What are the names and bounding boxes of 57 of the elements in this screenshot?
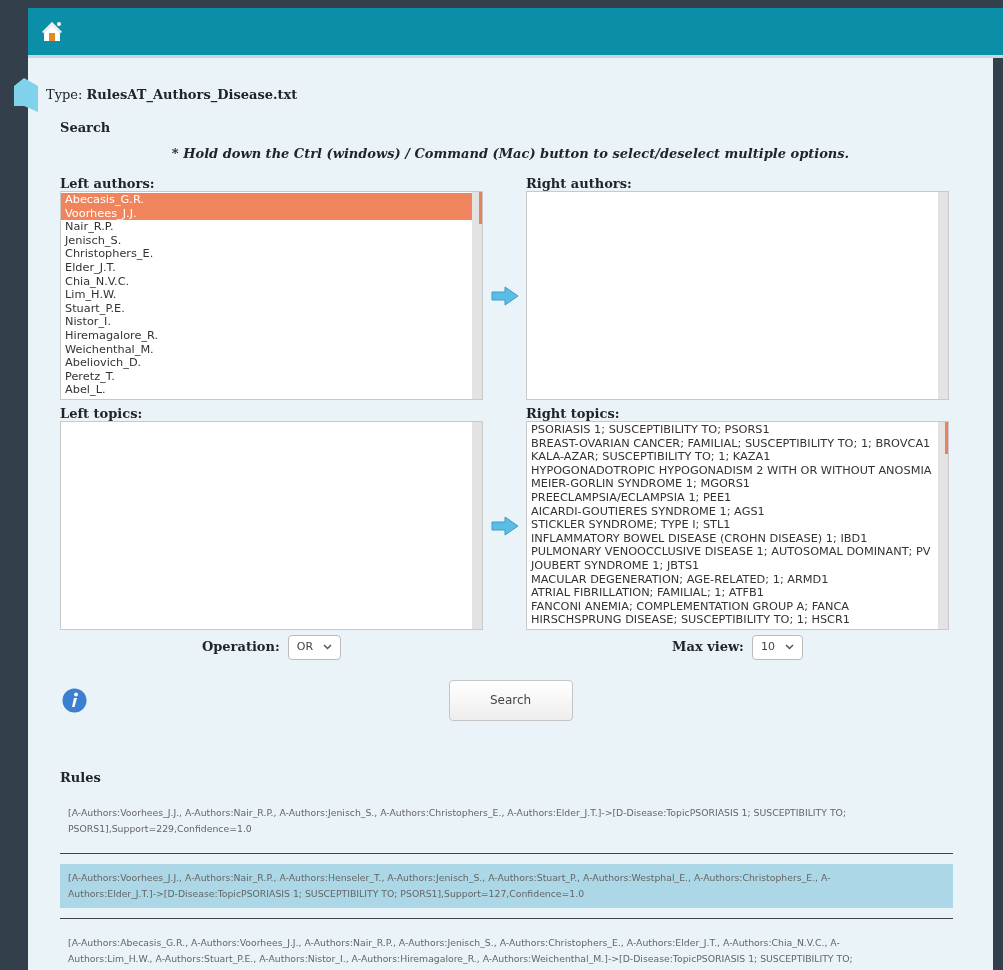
list-option[interactable]: AICARDI-GOUTIERES SYNDROME 1; AGS1 xyxy=(527,504,938,519)
list-option[interactable]: MACULAR DEGENERATION; AGE-RELATED; 1; ARMD1 xyxy=(527,572,938,587)
file-type-label: Type: RulesAT_Authors_Disease.txt xyxy=(46,87,298,102)
list-option[interactable]: Peretz_T. xyxy=(61,369,472,384)
scrollbar[interactable] xyxy=(938,422,948,629)
field-label: Left authors: xyxy=(60,177,156,191)
list-option[interactable]: Nair_R.P. xyxy=(61,220,472,234)
list-option[interactable]: Weichenthal_M. xyxy=(61,342,472,357)
rule-item[interactable]: [A-Authors:Voorhees_J.J., A-Authors:Nair_R.P., A-Authors:Henseler_T., A-Authors:Jenisch_S., A-Authors:Stuart_P., A-Authors:Westphal_E., A-Authors:Christophers_E., A-Authors:Elder_J.T.]->[D-Disease:TopicPSORIASIS 1; SUSCEPTIBILITY TO; PSORS1],Support=127,Confidence=1.0 xyxy=(60,863,953,908)
list-option[interactable]: STICKLER SYNDROME; TYPE I; STL1 xyxy=(527,518,938,532)
rule-item[interactable]: [A-Authors:Abecasis_G.R., A-Authors:Voorhees_J.J., A-Authors:Nair_R.P., A-Authors:Jenisch_S., A-Authors:Christophers_E., A-Authors:Elder_J.T., A-Authors:Chia_N.V.C., A-Authors:Lim_H.W., A-Authors:Stuart_P.E., A-Authors:Nistor_I., A-Authors:Hiremagalore_R., A-Authors:Weichenthal_M.]->[D-Disease:TopicPSORIASIS 1; SUSCEPTIBILITY TO; xyxy=(60,928,953,970)
list-option[interactable]: PREECLAMPSIA/ECLAMPSIA 1; PEE1 xyxy=(527,490,938,505)
ribbon-icon xyxy=(14,78,38,112)
operation-label: Operation: xyxy=(201,640,280,655)
scrollbar[interactable] xyxy=(938,192,948,399)
list-option[interactable]: HYPOGONADOTROPIC HYPOGONADISM 2 WITH OR WITHOUT ANOSMIA xyxy=(527,463,938,478)
list-option[interactable]: Jenisch_S. xyxy=(61,233,472,248)
list-option[interactable]: Christophers_E. xyxy=(61,247,472,261)
list-option[interactable]: KALA-AZAR; SUSCEPTIBILITY TO; 1; KAZA1 xyxy=(527,450,938,464)
rule-item[interactable]: [A-Authors:Voorhees_J.J., A-Authors:Nair_R.P., A-Authors:Jenisch_S., A-Authors:Christophers_E., A-Authors:Elder_J.T.]->[D-Disease:TopicPSORIASIS 1; SUSCEPTIBILITY TO; PSORS1],Support=229,Confidence=1.0 xyxy=(60,798,953,843)
field-label: Left topics: xyxy=(60,407,144,421)
list-option[interactable]: Abeliovich_D. xyxy=(61,356,472,370)
list-option[interactable]: MEIER-GORLIN SYNDROME 1; MGORS1 xyxy=(527,477,938,491)
caret-icon xyxy=(323,644,333,651)
list-option[interactable]: PSORIASIS 1; SUSCEPTIBILITY TO; PSORS1 xyxy=(527,423,938,437)
search-button[interactable]: Search xyxy=(448,679,573,721)
rules-heading: Rules xyxy=(60,770,102,785)
hint-text: * Hold down the Ctrl (windows) / Command (Mac) button to select/deselect multiple options. xyxy=(170,144,851,163)
list-option[interactable]: ATRIAL FIBRILLATION; FAMILIAL; 1; ATFB1 xyxy=(527,586,938,600)
search-heading: Search xyxy=(60,120,112,135)
list-box[interactable] xyxy=(526,421,949,630)
info-icon[interactable] xyxy=(62,687,87,713)
list-option[interactable]: PULMONARY VENOOCCLUSIVE DISEASE 1; AUTOSOMAL DOMINANT; PV xyxy=(527,545,938,559)
list-option[interactable]: Chia_N.V.C. xyxy=(61,274,472,289)
list-option[interactable]: INFLAMMATORY BOWEL DISEASE (CROHN DISEASE) 1; IBD1 xyxy=(527,531,938,546)
caret-icon xyxy=(784,644,794,651)
list-option[interactable]: Hiremagalore_R. xyxy=(61,328,472,343)
arrow-right-icon[interactable] xyxy=(490,285,519,306)
list-option[interactable]: Stuart_P.E. xyxy=(61,301,472,316)
scrollbar[interactable] xyxy=(472,422,482,629)
list-option[interactable]: Lim_H.W. xyxy=(61,288,472,302)
field-label: Right authors: xyxy=(526,177,633,191)
operation-select[interactable]: OR xyxy=(287,635,342,660)
list-box[interactable]: Abecasis_G.R. Voorhees_J.J. Nair_R.P. Jenisch_S. Christophers_E. Elder_J.T. Chia_N.V.C. Lim_H.W. Stuart_P.E. Nistor_I. Hiremagalore_R. Weichenthal_M. Abeliovich_D. Peretz_T. Abel_L. xyxy=(60,191,483,400)
home-icon[interactable] xyxy=(42,20,62,43)
scrollbar[interactable] xyxy=(472,192,482,399)
max-view-label: Max view: xyxy=(672,640,744,655)
max-view-select[interactable]: 10 xyxy=(751,635,803,660)
list-option[interactable]: Abel_L. xyxy=(61,383,472,397)
list-option[interactable]: Elder_J.T. xyxy=(61,260,472,275)
list-option[interactable]: BREAST-OVARIAN CANCER; FAMILIAL; SUSCEPTIBILITY TO; 1; BROVCA1 xyxy=(527,436,938,451)
list-option[interactable]: FANCONI ANEMIA; COMPLEMENTATION GROUP A; FANCA xyxy=(527,599,938,614)
arrow-right-icon[interactable] xyxy=(490,515,519,536)
list-option[interactable]: JOUBERT SYNDROME 1; JBTS1 xyxy=(527,558,938,573)
list-option[interactable]: Nistor_I. xyxy=(61,315,472,329)
field-label: Right topics: xyxy=(526,407,621,421)
list-option[interactable]: HIRSCHSPRUNG DISEASE; SUSCEPTIBILITY TO; 1; HSCR1 xyxy=(527,613,938,627)
